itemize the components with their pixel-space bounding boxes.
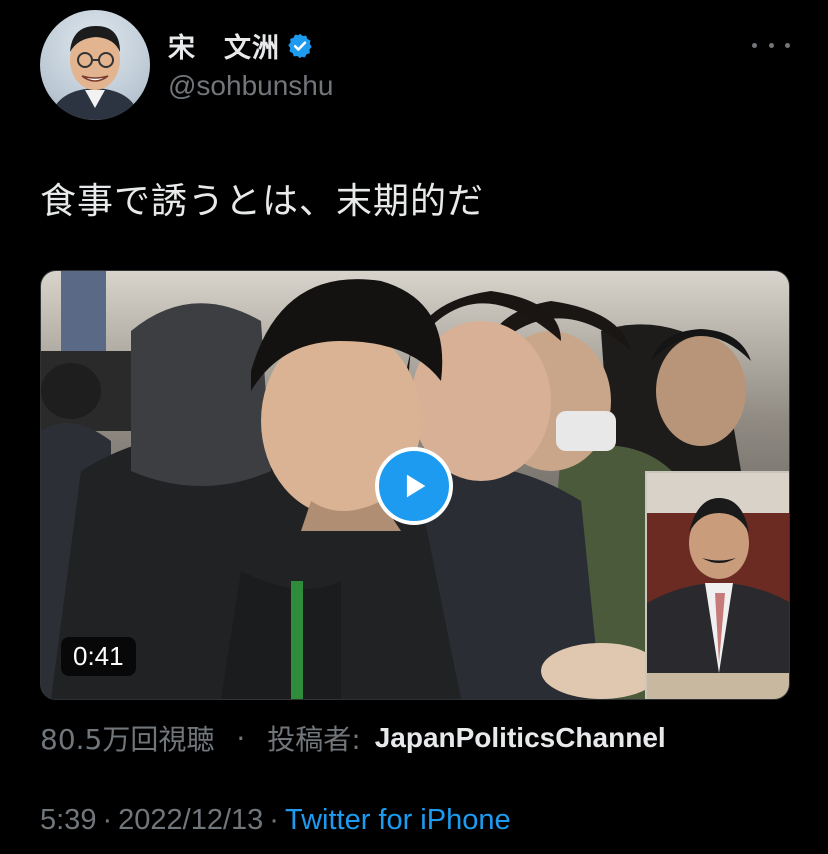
more-dot xyxy=(785,42,790,48)
avatar[interactable] xyxy=(40,10,150,120)
inset-video xyxy=(645,471,789,699)
tweet-time[interactable]: 5:39 xyxy=(40,804,96,837)
view-count: 80.5万回視聴 xyxy=(40,723,215,756)
tweet-date[interactable]: 2022/12/13 xyxy=(118,804,263,837)
more-dot xyxy=(768,42,774,48)
avatar-portrait xyxy=(50,26,140,120)
footer-separator: · xyxy=(102,804,113,836)
footer-separator: · xyxy=(269,804,279,836)
more-dot xyxy=(752,42,757,48)
meta-separator: · xyxy=(236,721,246,755)
tweet-source-link[interactable]: Twitter for iPhone xyxy=(285,804,511,837)
verified-badge-icon xyxy=(288,33,312,58)
inset-speaker xyxy=(647,473,789,699)
play-button[interactable] xyxy=(375,447,453,525)
more-horizontal-icon[interactable] xyxy=(752,30,790,60)
tweet-text: 食事で誘うとは、末期的だ xyxy=(40,181,485,222)
play-icon xyxy=(406,474,426,498)
author-name-row[interactable]: 宋 文洲 xyxy=(168,26,314,65)
poster-channel-link[interactable]: JapanPoliticsChannel xyxy=(375,722,666,754)
video-meta: 80.5万回視聴 · 投稿者: JapanPoliticsChannel xyxy=(40,718,666,758)
tweet-footer: 5:39 · 2022/12/13 · Twitter for iPhone xyxy=(40,804,511,837)
video-player[interactable]: 0:41 xyxy=(40,270,790,700)
poster-label: 投稿者: xyxy=(267,723,361,756)
author-handle[interactable]: @sohbunshu xyxy=(168,70,333,102)
video-duration: 0:41 xyxy=(61,637,136,676)
author-name[interactable]: 宋 文洲 xyxy=(168,26,280,65)
